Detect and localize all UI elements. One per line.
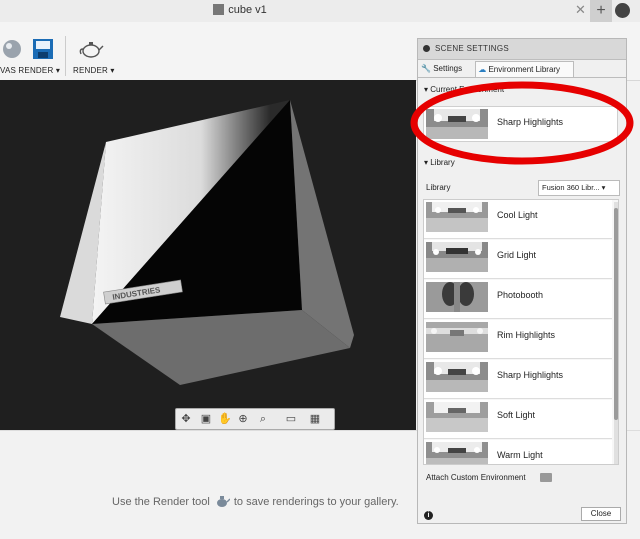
environment-thumbnail bbox=[426, 362, 488, 392]
grid-settings-icon[interactable]: ▦ bbox=[308, 412, 322, 426]
environment-thumbnail bbox=[426, 402, 488, 432]
teapot-icon bbox=[216, 496, 230, 507]
canvas-render-sphere-icon[interactable] bbox=[2, 38, 24, 60]
list-item-label: Soft Light bbox=[497, 410, 536, 420]
environment-thumbnail bbox=[426, 202, 488, 232]
tab-settings[interactable]: 🔧 Settings bbox=[421, 61, 471, 77]
list-item-label: Rim Highlights bbox=[497, 330, 556, 340]
toolbar-divider bbox=[65, 36, 66, 76]
environment-thumbnail bbox=[426, 109, 488, 139]
current-environment-heading[interactable]: ▾ Current Environment bbox=[424, 85, 504, 94]
scene-settings-header[interactable]: SCENE SETTINGS bbox=[418, 39, 626, 60]
title-bar: cube v1 ✕ + bbox=[0, 0, 640, 23]
list-item-label: Sharp Highlights bbox=[497, 370, 564, 380]
document-title: cube v1 bbox=[0, 4, 480, 16]
scene-settings-tabs: 🔧 Settings ☁ Environment Library bbox=[418, 59, 626, 78]
info-icon[interactable]: i bbox=[424, 511, 433, 520]
teapot-render-icon[interactable] bbox=[78, 38, 104, 60]
environment-icon: ☁ bbox=[478, 65, 487, 74]
close-button[interactable]: Close bbox=[581, 507, 621, 521]
scene-settings-panel: SCENE SETTINGS 🔧 Settings ☁ Environment … bbox=[417, 38, 627, 524]
list-item[interactable]: Sharp Highlights bbox=[424, 360, 612, 399]
collapse-panel-icon[interactable] bbox=[423, 45, 430, 52]
tab-environment-library[interactable]: ☁ Environment Library bbox=[475, 61, 574, 77]
cube-model: INDUSTRIES bbox=[60, 100, 354, 385]
render-menu[interactable]: RENDER ▾ bbox=[73, 66, 115, 75]
list-item-label: Photobooth bbox=[497, 290, 544, 300]
render-viewport[interactable]: INDUSTRIES bbox=[0, 80, 416, 430]
close-tab-icon[interactable]: ✕ bbox=[575, 2, 586, 18]
display-settings-icon[interactable]: ▭ bbox=[284, 412, 298, 426]
render-gallery-message: Use the Render tool to save renderings to… bbox=[112, 496, 399, 508]
wrench-icon: 🔧 bbox=[421, 64, 431, 73]
fit-icon[interactable]: ⌕ bbox=[256, 412, 270, 426]
scene-settings-title: SCENE SETTINGS bbox=[435, 44, 509, 53]
zoom-icon[interactable]: ⊕ bbox=[236, 412, 250, 426]
orbit-icon[interactable]: ✥ bbox=[179, 412, 193, 426]
environment-thumbnail bbox=[426, 242, 488, 272]
list-item-label: Warm Light bbox=[497, 450, 543, 460]
new-tab-button[interactable]: + bbox=[590, 0, 612, 22]
list-item[interactable]: Rim Highlights bbox=[424, 320, 612, 359]
folder-icon[interactable] bbox=[540, 473, 552, 482]
job-status-icon[interactable] bbox=[615, 3, 630, 18]
current-environment-card[interactable]: Sharp Highlights bbox=[423, 106, 618, 142]
navigation-bar: ✥ ▣ ✋ ⊕ ⌕ ▭ ▦ bbox=[175, 408, 335, 430]
library-selector-row: Library Fusion 360 Libr... ▾ bbox=[424, 180, 620, 196]
attach-custom-environment-link[interactable]: Attach Custom Environment bbox=[426, 473, 526, 482]
environment-thumbnail bbox=[426, 442, 488, 464]
list-item[interactable]: Cool Light bbox=[424, 200, 612, 239]
current-environment-label: Sharp Highlights bbox=[497, 117, 564, 127]
pan-icon[interactable]: ✋ bbox=[218, 412, 232, 426]
cube-icon bbox=[213, 4, 225, 15]
document-title-text: cube v1 bbox=[228, 4, 267, 16]
list-item[interactable]: Warm Light bbox=[424, 440, 612, 464]
list-item-label: Cool Light bbox=[497, 210, 538, 220]
environment-thumbnail bbox=[426, 282, 488, 312]
canvas-render-menu[interactable]: VAS RENDER ▾ bbox=[0, 66, 60, 75]
environment-thumbnail bbox=[426, 322, 488, 352]
environment-list[interactable]: Cool Light Grid Light Photobooth Rim Hig… bbox=[423, 199, 619, 465]
list-item[interactable]: Grid Light bbox=[424, 240, 612, 279]
look-at-icon[interactable]: ▣ bbox=[199, 412, 213, 426]
list-item-label: Grid Light bbox=[497, 250, 537, 260]
list-item[interactable]: Photobooth bbox=[424, 280, 612, 319]
library-label: Library bbox=[426, 183, 451, 192]
environment-list-scrollbar[interactable] bbox=[614, 202, 618, 464]
save-render-icon[interactable] bbox=[32, 38, 54, 60]
scrollbar-thumb[interactable] bbox=[614, 208, 618, 420]
library-dropdown[interactable]: Fusion 360 Libr... ▾ bbox=[538, 180, 620, 196]
list-item[interactable]: Soft Light bbox=[424, 400, 612, 439]
library-heading[interactable]: ▾ Library bbox=[424, 158, 455, 167]
